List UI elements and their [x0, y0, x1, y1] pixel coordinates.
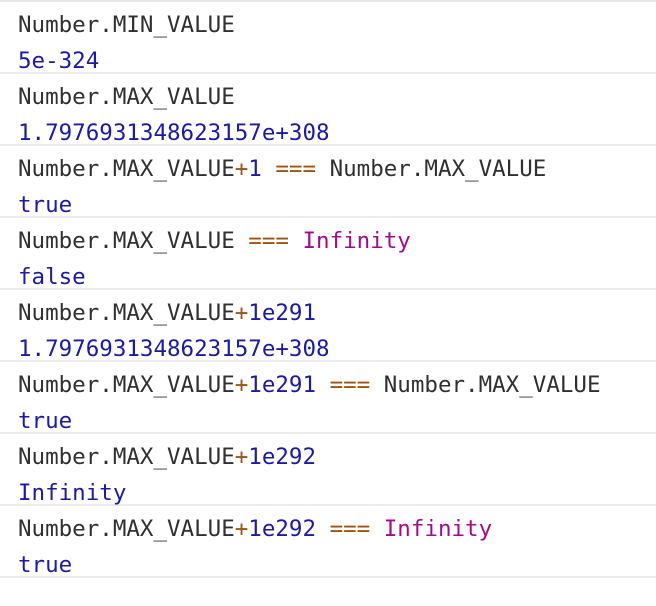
console-entry: Number.MAX_VALUE+1e292 Infinity	[0, 434, 656, 506]
console-entry: Number.MAX_VALUE+1e292 === Infinity true	[0, 506, 656, 578]
console-input[interactable]: Number.MIN_VALUE	[18, 10, 235, 40]
token-ident: Number.MIN_VALUE	[18, 12, 235, 38]
token-op: +	[234, 444, 249, 470]
token-const: Infinity	[383, 516, 493, 542]
token-op: +	[234, 372, 249, 398]
token-num: 1e292	[248, 516, 317, 542]
token-op: ===	[248, 228, 289, 254]
console-input[interactable]: Number.MAX_VALUE+1e291 === Number.MAX_VA…	[18, 370, 601, 400]
console-input[interactable]: Number.MAX_VALUE+1 === Number.MAX_VALUE	[18, 154, 546, 184]
token-num: 1e292	[248, 444, 317, 470]
console-entry: Number.MAX_VALUE === Infinity false	[0, 218, 656, 290]
console-result: 1.7976931348623157e+308	[18, 120, 330, 146]
console-result: Infinity	[18, 480, 127, 506]
token-ident: Number.MAX_VALUE	[18, 300, 235, 326]
token-ident: Number.MAX_VALUE	[18, 228, 249, 254]
token-num: 1	[248, 156, 262, 182]
token-ident	[316, 372, 330, 398]
token-op: +	[234, 516, 249, 542]
console-result: true	[18, 192, 73, 218]
token-ident	[262, 156, 276, 182]
console-entry: Number.MAX_VALUE+1 === Number.MAX_VALUE t…	[0, 146, 656, 218]
token-ident: Number.MAX_VALUE	[18, 156, 235, 182]
token-ident: Number.MAX_VALUE	[370, 372, 601, 398]
console-result: false	[18, 264, 86, 290]
console-input[interactable]: Number.MAX_VALUE === Infinity	[18, 226, 411, 256]
token-ident: Number.MAX_VALUE	[316, 156, 547, 182]
token-op: +	[234, 300, 249, 326]
console-result: true	[18, 552, 73, 578]
token-num: 1e291	[248, 300, 317, 326]
token-ident: Number.MAX_VALUE	[18, 444, 235, 470]
console-log: Number.MIN_VALUE 5e-324 Number.MAX_VALUE 1.…	[0, 0, 656, 606]
console-result: true	[18, 408, 73, 434]
token-op: ===	[329, 516, 371, 542]
console-input[interactable]: Number.MAX_VALUE+1e292	[18, 442, 316, 472]
token-op: ===	[275, 156, 317, 182]
token-ident: Number.MAX_VALUE	[18, 372, 235, 398]
console-result: 1.7976931348623157e+308	[18, 336, 330, 362]
console-input[interactable]: Number.MAX_VALUE+1e292 === Infinity	[18, 514, 492, 544]
console-input[interactable]: Number.MAX_VALUE	[18, 82, 235, 112]
console-entry: Number.MAX_VALUE+1e291 === Number.MAX_VA…	[0, 362, 656, 434]
token-ident: Number.MAX_VALUE	[18, 516, 235, 542]
console-entry: Number.MAX_VALUE 1.7976931348623157e+308	[0, 74, 656, 146]
token-ident	[289, 228, 303, 254]
token-ident	[370, 516, 384, 542]
token-const: Infinity	[302, 228, 411, 254]
token-op: +	[234, 156, 249, 182]
token-ident	[316, 516, 330, 542]
token-op: ===	[329, 372, 371, 398]
token-ident: Number.MAX_VALUE	[18, 84, 235, 110]
token-num: 1e291	[248, 372, 317, 398]
console-entry: Number.MAX_VALUE+1e291 1.7976931348623157…	[0, 290, 656, 362]
console-entry: Number.MIN_VALUE 5e-324	[0, 2, 656, 74]
console-result: 5e-324	[18, 48, 100, 74]
console-input[interactable]: Number.MAX_VALUE+1e291	[18, 298, 316, 328]
